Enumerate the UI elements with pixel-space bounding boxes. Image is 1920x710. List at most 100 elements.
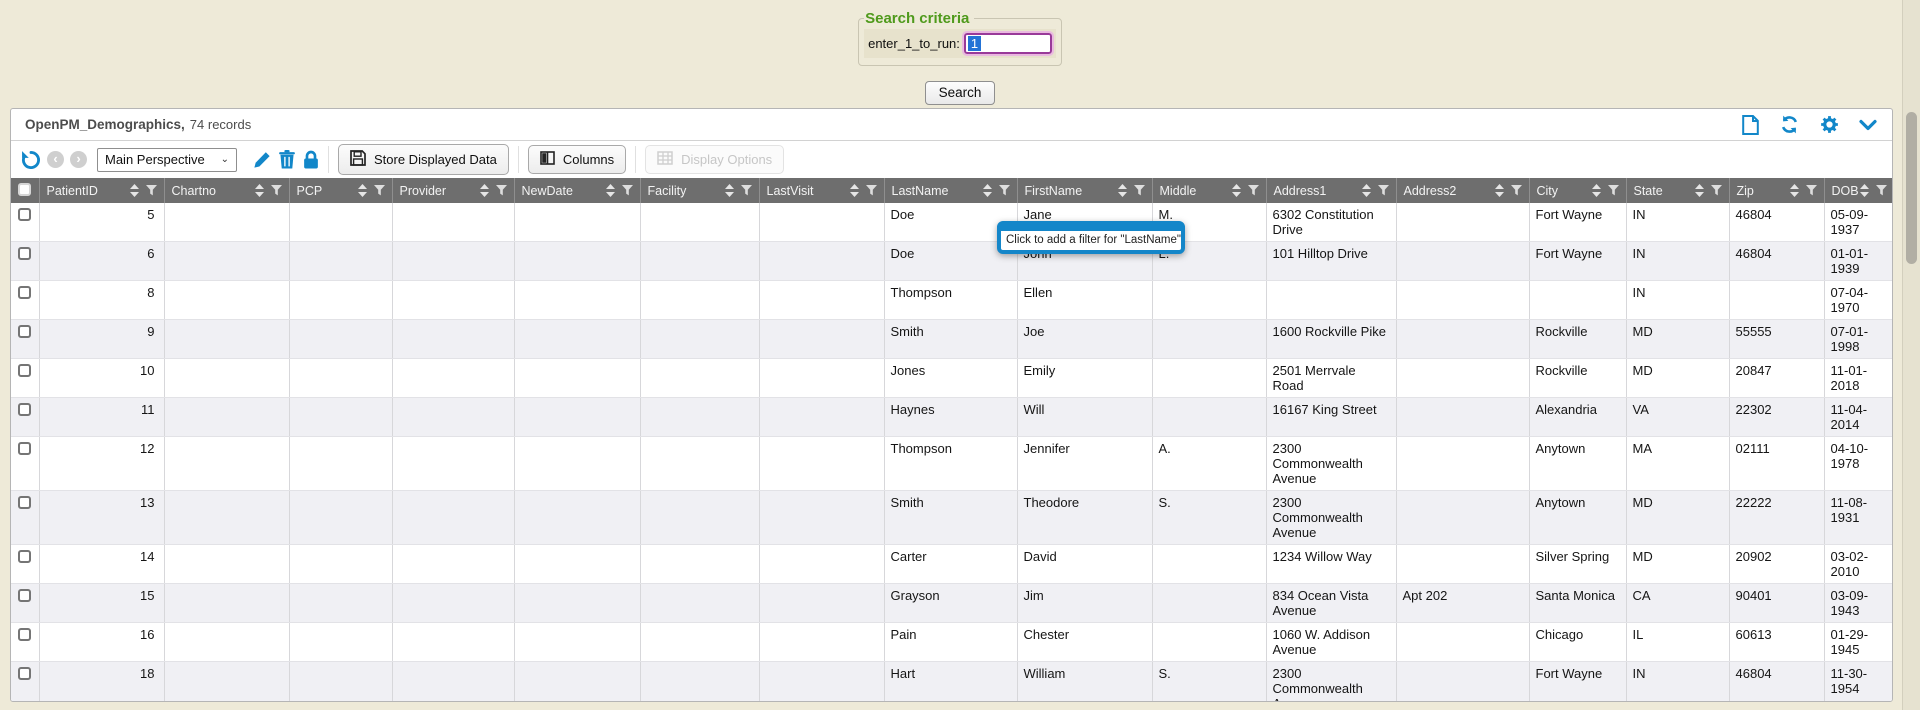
row-checkbox[interactable]	[18, 496, 31, 509]
column-header-state[interactable]: State	[1626, 178, 1729, 203]
chevron-down-icon[interactable]	[1859, 119, 1877, 131]
cell-newdate[interactable]	[514, 359, 640, 398]
cell-provider[interactable]	[392, 437, 514, 491]
filter-icon[interactable]	[622, 185, 633, 197]
cell-lastname[interactable]: Thompson	[884, 437, 1017, 491]
cell-dob[interactable]: 07-01-1998	[1824, 320, 1892, 359]
cell-newdate[interactable]	[514, 398, 640, 437]
cell-patientid[interactable]: 16	[39, 623, 164, 662]
cell-state[interactable]: MA	[1626, 437, 1729, 491]
select-all-checkbox[interactable]	[18, 183, 31, 196]
row-checkbox[interactable]	[18, 550, 31, 563]
cell-address1[interactable]	[1266, 281, 1396, 320]
cell-middle[interactable]: S.	[1152, 491, 1266, 545]
column-header-chartno[interactable]: Chartno	[164, 178, 289, 203]
cell-address1[interactable]: 834 Ocean Vista Avenue	[1266, 584, 1396, 623]
cell-address1[interactable]: 1234 Willow Way	[1266, 545, 1396, 584]
cell-city[interactable]: Rockville	[1529, 320, 1626, 359]
column-header-city[interactable]: City	[1529, 178, 1626, 203]
cell-firstname[interactable]: Chester	[1017, 623, 1152, 662]
cell-address2[interactable]	[1396, 437, 1529, 491]
cell-address2[interactable]	[1396, 623, 1529, 662]
cell-middle[interactable]: A.	[1152, 437, 1266, 491]
cell-facility[interactable]	[640, 203, 759, 242]
cell-city[interactable]: Anytown	[1529, 491, 1626, 545]
cell-chartno[interactable]	[164, 320, 289, 359]
row-checkbox[interactable]	[18, 286, 31, 299]
prev-perspective-icon[interactable]: ‹	[47, 151, 64, 168]
cell-lastvisit[interactable]	[759, 242, 884, 281]
cell-address2[interactable]	[1396, 662, 1529, 703]
cell-facility[interactable]	[640, 662, 759, 703]
cell-zip[interactable]: 46804	[1729, 203, 1824, 242]
cell-zip[interactable]: 22222	[1729, 491, 1824, 545]
cell-facility[interactable]	[640, 281, 759, 320]
row-checkbox[interactable]	[18, 628, 31, 641]
filter-icon[interactable]	[271, 185, 282, 197]
filter-icon[interactable]	[741, 185, 752, 197]
cell-patientid[interactable]: 12	[39, 437, 164, 491]
sort-icon[interactable]	[850, 184, 859, 197]
cell-firstname[interactable]: Joe	[1017, 320, 1152, 359]
cell-pcp[interactable]	[289, 203, 392, 242]
cell-city[interactable]: Fort Wayne	[1529, 662, 1626, 703]
cell-patientid[interactable]: 11	[39, 398, 164, 437]
filter-icon[interactable]	[1511, 185, 1522, 197]
cell-lastvisit[interactable]	[759, 584, 884, 623]
cell-address1[interactable]: 1600 Rockville Pike	[1266, 320, 1396, 359]
cell-city[interactable]: Alexandria	[1529, 398, 1626, 437]
cell-lastvisit[interactable]	[759, 203, 884, 242]
cell-address1[interactable]: 2501 Merrvale Road	[1266, 359, 1396, 398]
cell-pcp[interactable]	[289, 281, 392, 320]
cell-facility[interactable]	[640, 584, 759, 623]
sort-icon[interactable]	[725, 184, 734, 197]
scrollbar-thumb[interactable]	[1906, 112, 1917, 264]
cell-state[interactable]: MD	[1626, 545, 1729, 584]
sort-icon[interactable]	[1118, 184, 1127, 197]
cell-firstname[interactable]: Jim	[1017, 584, 1152, 623]
cell-state[interactable]: MD	[1626, 320, 1729, 359]
columns-button[interactable]: Columns	[528, 145, 626, 174]
filter-icon[interactable]	[1608, 185, 1619, 197]
refresh-icon[interactable]	[1779, 115, 1800, 134]
cell-lastvisit[interactable]	[759, 320, 884, 359]
search-input[interactable]: 1	[964, 33, 1052, 54]
cell-newdate[interactable]	[514, 203, 640, 242]
column-header-provider[interactable]: Provider	[392, 178, 514, 203]
cell-facility[interactable]	[640, 545, 759, 584]
page-scrollbar[interactable]	[1902, 0, 1920, 710]
cell-patientid[interactable]: 14	[39, 545, 164, 584]
cell-zip[interactable]: 90401	[1729, 584, 1824, 623]
cell-dob[interactable]: 03-09-1943	[1824, 584, 1892, 623]
cell-pcp[interactable]	[289, 320, 392, 359]
cell-lastvisit[interactable]	[759, 662, 884, 703]
sort-icon[interactable]	[1790, 184, 1799, 197]
cell-city[interactable]: Fort Wayne	[1529, 242, 1626, 281]
cell-lastname[interactable]: Smith	[884, 320, 1017, 359]
new-document-icon[interactable]	[1742, 115, 1759, 135]
cell-provider[interactable]	[392, 281, 514, 320]
filter-icon[interactable]	[1378, 185, 1389, 197]
row-checkbox[interactable]	[18, 667, 31, 680]
cell-chartno[interactable]	[164, 281, 289, 320]
cell-provider[interactable]	[392, 545, 514, 584]
cell-address1[interactable]: 1060 W. Addison Avenue	[1266, 623, 1396, 662]
cell-facility[interactable]	[640, 359, 759, 398]
cell-pcp[interactable]	[289, 491, 392, 545]
cell-city[interactable]: Silver Spring	[1529, 545, 1626, 584]
row-checkbox[interactable]	[18, 325, 31, 338]
cell-facility[interactable]	[640, 437, 759, 491]
cell-newdate[interactable]	[514, 437, 640, 491]
cell-facility[interactable]	[640, 623, 759, 662]
cell-newdate[interactable]	[514, 242, 640, 281]
cell-address2[interactable]	[1396, 545, 1529, 584]
cell-chartno[interactable]	[164, 203, 289, 242]
cell-pcp[interactable]	[289, 242, 392, 281]
cell-city[interactable]	[1529, 281, 1626, 320]
cell-provider[interactable]	[392, 491, 514, 545]
cell-state[interactable]: IN	[1626, 242, 1729, 281]
cell-dob[interactable]: 01-01-1939	[1824, 242, 1892, 281]
cell-state[interactable]: IN	[1626, 662, 1729, 703]
undo-icon[interactable]	[21, 150, 41, 169]
cell-zip[interactable]: 46804	[1729, 662, 1824, 703]
